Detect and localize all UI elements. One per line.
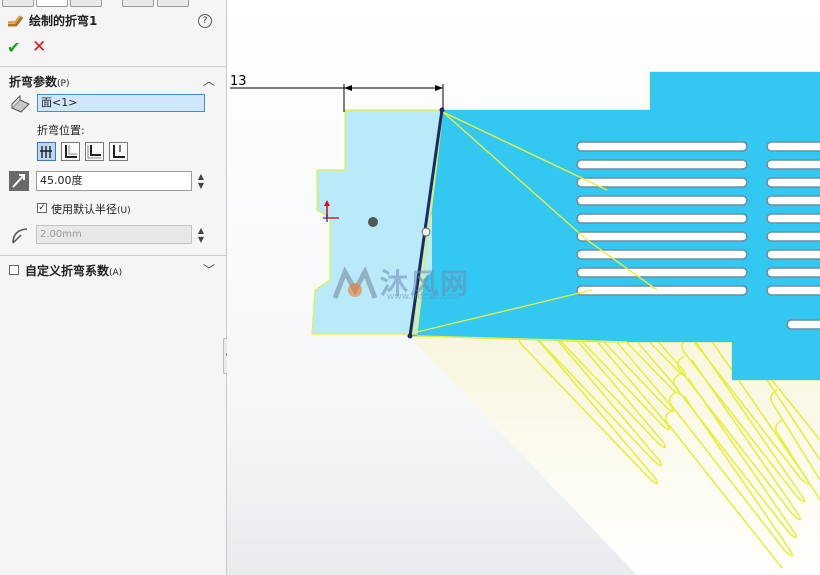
default-radius-shortcut: (U) [117,206,131,216]
material-inside-icon [65,145,77,158]
bend-endpoint[interactable] [407,333,413,339]
divider [0,255,226,256]
sketched-bend-icon [8,14,24,26]
bend-endpoint[interactable] [439,107,445,113]
bend-radius-field: 2.00mm [36,225,192,244]
custom-allowance-shortcut: (A) [109,268,123,278]
bend-angle-field[interactable]: 45.00度 [36,171,192,191]
bend-position-label: 折弯位置: [37,124,85,137]
panel-tab-strip [0,0,226,7]
dimension-label[interactable]: 13 [230,74,247,89]
cancel-button[interactable]: ✕ [32,37,46,57]
chevron-down-icon[interactable]: ﹀ [203,261,215,278]
model-view [227,0,820,575]
feature-title: 绘制的折弯1 [29,14,98,28]
bend-centerline-icon [40,146,52,158]
fixed-face-point[interactable] [368,217,378,227]
bend-radius-icon [12,228,28,244]
feature-header: 绘制的折弯1 [6,12,97,29]
tab-display-manager[interactable] [157,0,189,7]
graphics-viewport[interactable]: 13 沐风网 www.mfcad.com [227,0,820,575]
sheet-face [410,72,820,380]
custom-allowance-label: 自定义折弯系数 [25,264,110,278]
default-radius-text: 使用默认半径 [51,203,117,216]
custom-allowance-header[interactable]: 自定义折弯系数(A) [25,262,122,279]
default-radius-label: 使用默认半径(U) [51,201,131,217]
fixed-face-icon [11,94,30,113]
custom-allowance-checkbox[interactable] [9,265,19,275]
bend-outside-button[interactable] [109,142,128,161]
bend-midpoint-handle[interactable] [421,227,431,237]
default-radius-checkbox[interactable]: ✓ [37,203,47,213]
tab-configuration-manager[interactable] [70,0,102,7]
watermark-logo-icon [332,266,378,299]
tab-feature-manager[interactable] [2,0,34,7]
help-icon[interactable]: ? [198,14,212,28]
angle-spinner[interactable]: ▲ ▼ [196,172,206,190]
material-inside-button[interactable] [61,142,80,161]
tab-property-manager[interactable] [36,0,68,7]
radius-spinner: ▲ ▼ [197,226,205,244]
bend-params-title: 折弯参数 [9,75,58,89]
bend-params-shortcut: (P) [57,79,70,89]
chevron-up-icon[interactable]: ︿ [203,72,215,89]
tab-dimxpert[interactable] [122,0,154,7]
bend-centerline-button[interactable] [37,142,56,161]
ok-button[interactable]: ✔ [7,38,20,57]
bend-outside-icon [113,145,125,158]
material-outside-button[interactable] [85,142,104,161]
property-manager-panel: 绘制的折弯1 ? ✔ ✕ 折弯参数(P) ︿ 面<1> 折弯位置: 45.00度… [0,0,227,575]
material-outside-icon [87,145,101,159]
watermark-url: www.mfcad.com [387,292,462,302]
bend-angle-icon [9,171,29,191]
bend-params-header[interactable]: 折弯参数(P) [9,73,69,90]
divider [0,66,226,67]
fixed-face-field[interactable]: 面<1> [37,94,205,112]
